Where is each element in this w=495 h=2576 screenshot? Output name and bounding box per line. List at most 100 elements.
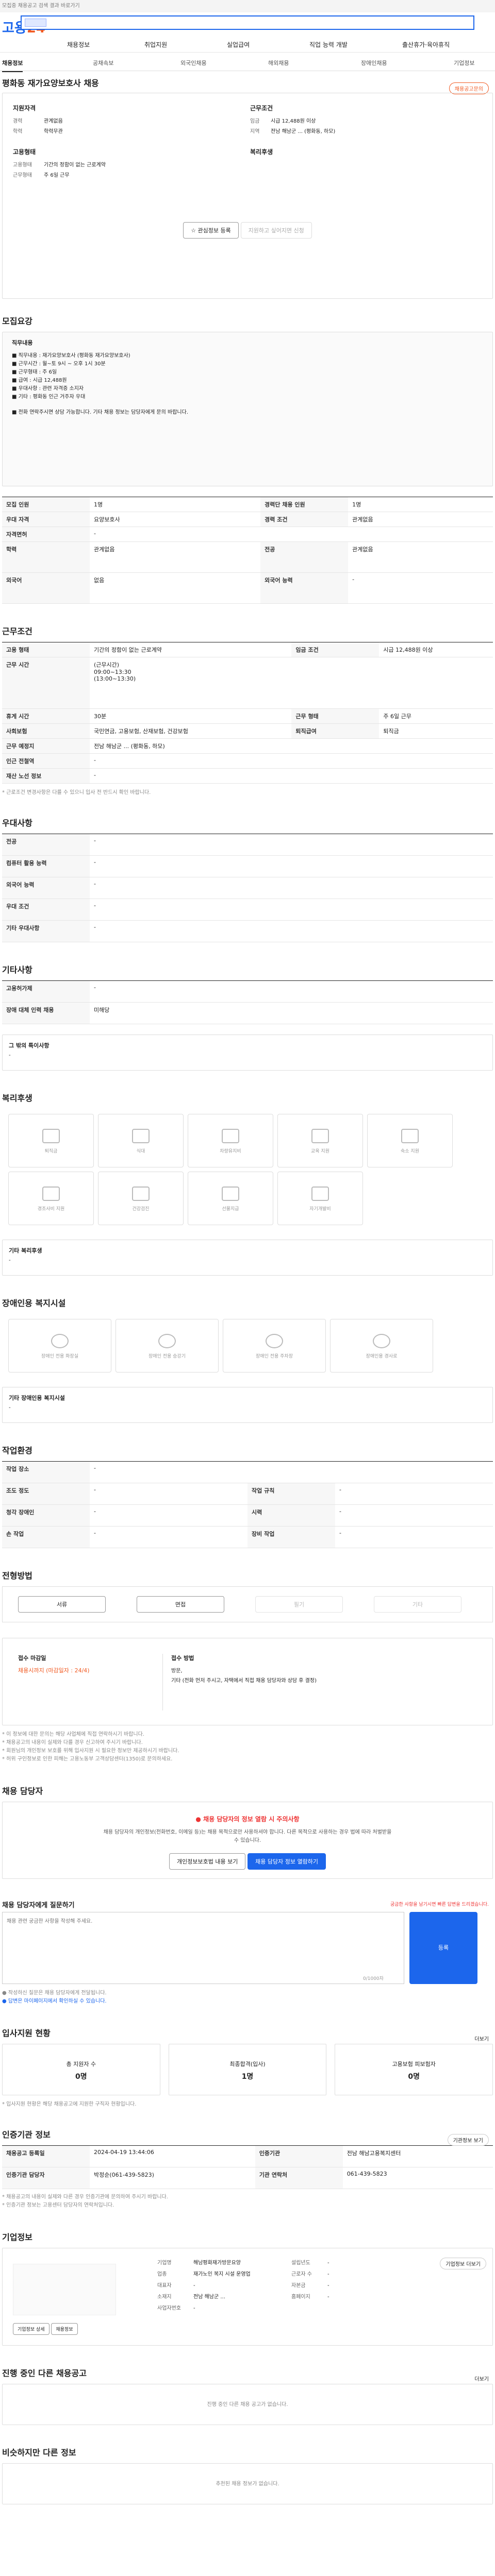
deadline-value: 채용시까지 (마감일자 : 24/4) [18, 1667, 90, 1674]
etc-other-title: 그 밖의 특이사항 [9, 1042, 50, 1049]
value: 주 6일 근무 [379, 708, 493, 724]
lnb-item-4[interactable]: 해외채용 [268, 59, 289, 67]
label: 고용 형태 [2, 642, 90, 657]
pref-title: 우대사항 [2, 818, 32, 828]
gnb-item-4[interactable]: 직업 능력 개발 [309, 40, 348, 49]
value: 없음 [90, 572, 261, 604]
value: 시급 12,488원 이상 [379, 642, 493, 657]
lnb-item-6[interactable]: 기업정보 [454, 59, 474, 67]
company-detail-button[interactable]: 기업정보 상세 [13, 2323, 50, 2335]
label: 장비 작업 [248, 1526, 335, 1548]
contact-alert: ● 채용 담당자의 정보 열람 시 주의사항 [195, 1816, 300, 1823]
value: 기간의 정함이 없는 근로계약 [90, 642, 292, 657]
others-more-link[interactable]: 더보기 [474, 2375, 489, 2382]
company-info-1: 기업명 해남평화재가방문요양 업종 재가노인 복지 시설 운영업 대표자 - 소재지 전… [157, 2258, 251, 2314]
inquiry-submit-button[interactable]: 등록 [409, 1912, 477, 1984]
value: - [90, 920, 493, 942]
recruit-sub: ■ 전화 연락주시면 상담 가능합니다. 기타 채용 정보는 담당자에게 문의 … [12, 410, 188, 415]
job-qual: 지원자격 경력 관계없음 학력 학력무관 고용형태 고용형태 기간의 정함이 없는 근… [13, 104, 229, 181]
value: 1명 [348, 497, 493, 512]
inquiry-note: ● 답변은 마이페이지에서 확인하실 수 있습니다. [2, 1998, 107, 2004]
company-title: 기업정보 [2, 2232, 32, 2242]
stats-more-link[interactable]: 더보기 [474, 2035, 489, 2042]
company-jobs-button[interactable]: 채용정보 [51, 2323, 78, 2335]
label: 외국어 능력 [260, 572, 349, 604]
stat-label: 총 지원자 수 [66, 2061, 96, 2067]
label: 기타 우대사항 [2, 920, 90, 942]
value: - [193, 2283, 195, 2289]
top-notice-bar: 모집중 채용공고 검색 결과 바로가기 [0, 0, 495, 12]
welfare-icon [222, 1187, 239, 1201]
label: 홈페이지 [291, 2294, 310, 2300]
inquiry-note: ● 작성하신 질문은 채용 담당자에게 전달됩니다. [2, 1990, 107, 1996]
job-title: 평화동 재가요양보호사 채용 [2, 78, 99, 88]
auth-link-button[interactable]: 기관정보 보기 [447, 2134, 489, 2146]
apply-steps: 서류 면접 필기 기타 [2, 1586, 493, 1622]
apply-box: 접수 마감일 채용시까지 (마감일자 : 24/4) 접수 방법 방문, 기타 … [2, 1638, 493, 1725]
apply-deadline: 접수 마감일 채용시까지 (마감일자 : 24/4) [18, 1654, 90, 1674]
gnb-item-1[interactable]: 채용정보 [67, 40, 90, 49]
value: - [335, 1526, 493, 1548]
disabled-grid: 장애인 전용 화장실 장애인 전용 승강기 장애인 전용 주차장 장애인용 경사로 [2, 1314, 493, 1382]
welfare-icon [401, 1129, 419, 1143]
contact-desc: 채용 담당자의 개인정보(전화번호, 이메일 등)는 채용 목적으로만 사용하셔… [103, 1829, 392, 1843]
label: 근무 예정지 [2, 738, 90, 754]
lnb-item-3[interactable]: 외국인채용 [180, 59, 207, 67]
search-tag[interactable] [25, 19, 46, 27]
method-head: 접수 방법 [171, 1655, 194, 1662]
deadline-head: 접수 마감일 [18, 1655, 46, 1662]
disabled-section: 장애인용 복지시설 장애인 전용 화장실 장애인 전용 승강기 장애인 전용 주차장… [0, 1296, 495, 1423]
job-actions: ☆ 관심정보 등록 지원하고 싶어지면 신청 [3, 222, 492, 239]
recruit-line: ■ 기타 : 평화동 인근 거주자 우대 [12, 394, 86, 400]
label: 근무 형태 [291, 708, 380, 724]
welfare-item: 건강검진 [98, 1172, 184, 1225]
apply-note: * 이 정보에 대한 문의는 해당 사업체에 직접 연락하시기 바랍니다. [2, 1732, 144, 1737]
welfare-other: 기타 복리후생 - [2, 1240, 493, 1276]
step-doc: 서류 [18, 1596, 106, 1613]
work-section: 근무조건 고용 형태 기간의 정함이 없는 근로계약 임금 조건 시급 12,488원… [0, 624, 495, 795]
recruit-box: 직무내용 ■ 직무내용 : 재가요양보호사 (평화동 재가요양보호사) ■ 근무… [2, 332, 493, 486]
welfare-icon [132, 1129, 150, 1143]
label: 업종 [157, 2272, 167, 2277]
step-interview: 면접 [137, 1596, 224, 1613]
work-title: 근무조건 [2, 626, 32, 636]
label: 고용허가제 [2, 980, 90, 1003]
recruit-table: 모집 인원 1명 경력단 채용 인원 1명 우대 자격 요양보호사 경력 조건 관계없음 자… [2, 497, 493, 604]
stats-note: * 입사지원 현황은 해당 채용공고에 지원한 구직자 현황입니다. [2, 2102, 137, 2107]
value: 30분 [90, 708, 292, 724]
facility-icon [373, 1334, 390, 1348]
welfare-icon [311, 1129, 329, 1143]
privacy-law-button[interactable]: 개인정보보호법 내용 보기 [169, 1853, 246, 1870]
env-table: 작업 장소 - 조도 정도 - 작업 규칙 - 청각 장애인 - 시력 - 손 작업 - 장비 작… [2, 1461, 493, 1548]
share-button[interactable]: 지원하고 싶어지면 신청 [240, 222, 312, 239]
top-notice-text[interactable]: 모집중 채용공고 검색 결과 바로가기 [2, 3, 80, 9]
company-logo [13, 2264, 116, 2315]
welfare-icon [311, 1187, 329, 1201]
etc-title: 기타사항 [2, 965, 32, 975]
gnb-item-2[interactable]: 취업지원 [144, 40, 167, 49]
stats-title: 입사지원 현황 [2, 2028, 51, 2038]
inquiry-textarea[interactable] [2, 1912, 404, 1984]
label: 조도 정도 [2, 1483, 90, 1505]
lnb-item-1[interactable]: 채용정보 [2, 59, 23, 72]
search-input[interactable] [21, 15, 474, 30]
auth-note: * 채용공고의 내용이 실제와 다른 경우 인증기관에 문의하여 주시기 바랍니… [2, 2194, 168, 2200]
auth-title: 인증기관 정보 [2, 2130, 51, 2140]
interest-button[interactable]: ☆ 관심정보 등록 [183, 222, 239, 239]
job-summary-card: 지원자격 경력 관계없음 학력 학력무관 고용형태 고용형태 기간의 정함이 없는 근… [2, 93, 493, 299]
view-contact-button[interactable]: 채용 담당자 정보 열람하기 [248, 1853, 326, 1870]
recruit-line: ■ 우대사항 : 관련 자격증 소지자 [12, 386, 84, 392]
main-nav: 채용정보 취업지원 실업급여 직업 능력 개발 출산휴가·육아휴직 [0, 37, 495, 53]
gnb-item-5[interactable]: 출산휴가·육아휴직 [402, 40, 450, 49]
label: 우대 자격 [2, 512, 90, 527]
work-note: * 근로조건 변경사항은 다를 수 있으니 입사 전 반드시 확인 바랍니다. [2, 790, 151, 795]
value: 시급 12,488원 이상 [271, 118, 316, 124]
value: 전남 해남군 ... [193, 2294, 225, 2300]
stat-label: 최종합격(입사) [229, 2061, 266, 2067]
lnb-item-5[interactable]: 장애인채용 [361, 59, 387, 67]
apply-section: 전형방법 서류 면접 필기 기타 접수 마감일 채용시까지 (마감일자 : 24… [0, 1569, 495, 1764]
lnb-item-2[interactable]: 공채속보 [93, 59, 113, 67]
company-more-button[interactable]: 기업정보 더보기 [440, 2258, 486, 2269]
gnb-item-3[interactable]: 실업급여 [227, 40, 250, 49]
label: 외국어 능력 [2, 877, 90, 899]
